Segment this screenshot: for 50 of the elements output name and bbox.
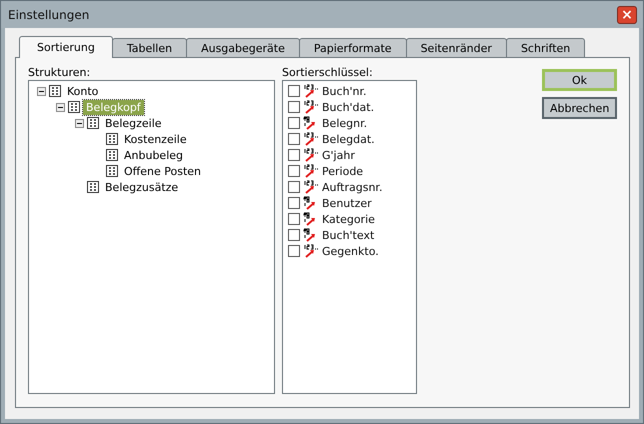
tab[interactable]: Schriften bbox=[506, 38, 586, 57]
checkbox[interactable] bbox=[288, 149, 300, 161]
table-icon bbox=[68, 101, 80, 113]
sort-key-label: Buch'text bbox=[322, 228, 374, 242]
sort-key-label: Buch'dat. bbox=[322, 100, 374, 114]
tab[interactable]: Seitenränder bbox=[406, 38, 507, 57]
tab[interactable]: Ausgabegeräte bbox=[186, 38, 300, 57]
table-icon bbox=[87, 117, 99, 129]
collapse-icon[interactable] bbox=[56, 102, 65, 112]
sort-key-label: Gegenkto. bbox=[322, 244, 379, 258]
checkbox[interactable] bbox=[288, 245, 300, 257]
sort-key-label: Belegnr. bbox=[322, 116, 368, 130]
table-icon bbox=[106, 133, 118, 145]
sort-key-label: Kategorie bbox=[322, 212, 375, 226]
checkbox[interactable] bbox=[288, 229, 300, 241]
sort-key-label: Periode bbox=[322, 164, 364, 178]
checkbox[interactable] bbox=[288, 85, 300, 97]
sort-key-label: Buch'nr. bbox=[322, 84, 367, 98]
dialog-button[interactable]: Ok bbox=[542, 69, 617, 91]
checkbox[interactable] bbox=[288, 213, 300, 225]
sort-key-label: Benutzer bbox=[322, 196, 372, 210]
tree-item[interactable]: Belegzeile bbox=[102, 116, 165, 130]
dialog-button[interactable]: Abbrechen bbox=[542, 97, 617, 119]
tab[interactable]: Papierformate bbox=[298, 38, 407, 57]
collapse-icon[interactable] bbox=[37, 86, 46, 96]
tree-item[interactable]: Konto bbox=[64, 84, 102, 98]
sort-key-label: Belegdat. bbox=[322, 132, 375, 146]
tree-item[interactable]: Kostenzeile bbox=[121, 132, 190, 146]
table-icon bbox=[106, 149, 118, 161]
tab[interactable]: Tabellen bbox=[112, 38, 188, 57]
checkbox[interactable] bbox=[288, 197, 300, 209]
sort-key-label: Auftragsnr. bbox=[322, 180, 382, 194]
structures-label: Strukturen: bbox=[28, 66, 92, 80]
table-icon bbox=[49, 85, 61, 97]
checkbox[interactable] bbox=[288, 117, 300, 129]
table-icon bbox=[106, 165, 118, 177]
table-icon bbox=[87, 181, 99, 193]
checkbox[interactable] bbox=[288, 133, 300, 145]
close-button[interactable]: × bbox=[617, 6, 637, 24]
tree-item[interactable]: Belegzusätze bbox=[102, 180, 182, 194]
collapse-icon[interactable] bbox=[75, 118, 84, 128]
tree-item[interactable]: Offene Posten bbox=[121, 164, 204, 178]
sort-key-label: G'jahr bbox=[322, 148, 355, 162]
checkbox[interactable] bbox=[288, 101, 300, 113]
tree-item[interactable]: Anbubeleg bbox=[121, 148, 186, 162]
tab[interactable]: Sortierung bbox=[19, 36, 113, 58]
window-title: Einstellungen bbox=[8, 8, 90, 22]
checkbox[interactable] bbox=[288, 165, 300, 177]
sort-keys-label: Sortierschlüssel: bbox=[282, 66, 374, 80]
checkbox[interactable] bbox=[288, 181, 300, 193]
